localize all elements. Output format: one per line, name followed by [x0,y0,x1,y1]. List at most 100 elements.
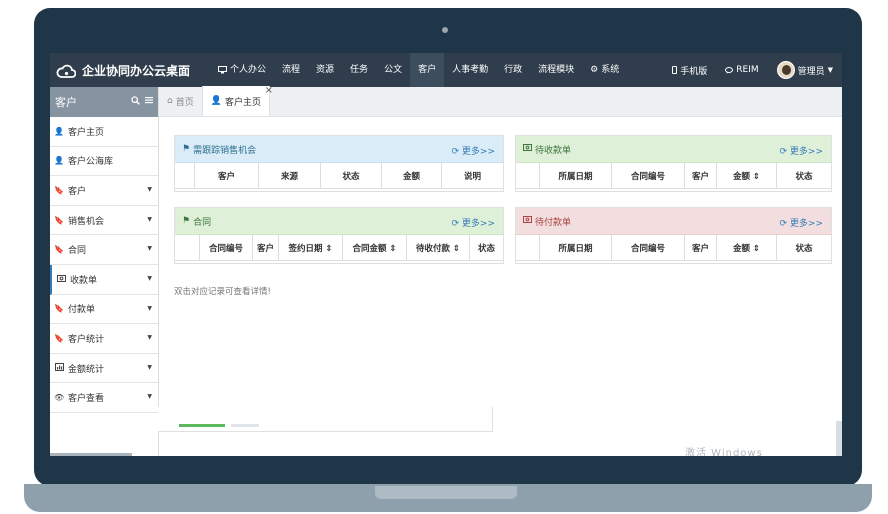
table-header: 合同编号 客户 签约日期 ⇕ 合同金额 ⇕ 待收付款 ⇕ 状态 [175,235,503,261]
sidebar-item-customer-pool[interactable]: 👤 客户公海库 [50,147,158,177]
panel-pending-receipts: 待收款单 ⟳ 更多>> 所属日期 合同编号 客户 金额 ⇕ 状态 [515,135,832,192]
panel-header: 待收款单 ⟳ 更多>> [516,136,831,163]
panel-header: ⚑ 合同 ⟳ 更多>> [175,208,503,235]
menu-documents[interactable]: 公文 [376,53,410,87]
column-header[interactable]: 状态 [777,163,831,188]
column-header[interactable]: 所属日期 [540,163,612,188]
bookmark-icon: 🔖 [54,215,64,225]
column-header[interactable]: 待收付款 ⇕ [407,235,470,260]
user-icon: 👤 [210,96,222,106]
tab-customer-home[interactable]: 👤 客户主页 × [201,85,273,116]
chart-icon [54,363,64,373]
column-header[interactable]: 合同编号 [612,235,685,260]
sidebar-item-amount-stats[interactable]: 金额统计 ▼ [50,354,158,384]
close-icon[interactable]: × [265,85,273,96]
chat-bubble-icon [725,66,734,74]
column-header[interactable]: 合同编号 [200,235,253,260]
column-header [516,163,540,188]
panel-header: ⚑ 需跟踪销售机会 ⟳ 更多>> [175,136,503,163]
menu-system[interactable]: ⚙ 系统 [582,53,627,87]
money-icon [523,144,532,154]
column-header[interactable]: 签约日期 ⇕ [279,235,343,260]
more-link[interactable]: ⟳ 更多>> [779,144,823,157]
panel-title: 待付款单 [535,217,572,228]
sidebar-item-customer-home[interactable]: 👤 客户主页 [50,117,158,147]
sidebar-scrollbar[interactable] [50,453,132,456]
panel-sales-opportunities: ⚑ 需跟踪销售机会 ⟳ 更多>> 客户 来源 状态 金额 说明 [174,135,504,192]
column-header[interactable]: 金额 [382,163,442,188]
cloud-icon [56,64,76,78]
app-logo[interactable]: 企业协同办公云桌面 [56,62,190,79]
menu-workflow[interactable]: 流程 [274,53,308,87]
column-header[interactable]: 客户 [685,163,717,188]
caret-down-icon: ▼ [827,66,833,74]
user-dropdown[interactable]: 管理员 ▼ [768,53,842,87]
column-header[interactable]: 客户 [253,235,279,260]
menu-administration[interactable]: 行政 [496,53,530,87]
menu-tasks[interactable]: 任务 [342,53,376,87]
app-title: 企业协同办公云桌面 [82,64,191,78]
menu-workflow-modules[interactable]: 流程模块 [530,53,582,87]
refresh-icon: ⟳ [451,219,460,229]
column-header[interactable]: 状态 [777,235,831,260]
home-icon: ⌂ [167,96,173,106]
content-scrollbar[interactable] [836,421,842,456]
column-header [516,235,540,260]
avatar [776,61,795,79]
money-icon [523,216,532,226]
hint-text: 双击对应记录可查看详情! [174,287,271,297]
list-menu-icon[interactable] [145,96,153,108]
column-header[interactable]: 客户 [685,235,717,260]
sidebar-item-sales-opportunities[interactable]: 🔖 销售机会 ▼ [50,206,158,236]
sidebar-item-customers[interactable]: 🔖 客户 ▼ [50,176,158,206]
caret-down-icon: ▼ [147,334,152,342]
column-header[interactable]: 合同金额 ⇕ [343,235,407,260]
sidebar-item-payments[interactable]: 🔖 付款单 ▼ [50,295,158,325]
column-header[interactable]: 所属日期 [540,235,612,260]
more-link[interactable]: ⟳ 更多>> [451,144,495,157]
column-header[interactable]: 客户 [195,163,259,188]
caret-down-icon: ▼ [147,245,152,253]
confirm-button[interactable] [179,424,225,427]
sidebar-item-receipts[interactable]: 收款单 ▼ [50,264,158,295]
menu-hr-attendance[interactable]: 人事考勤 [444,53,496,87]
column-header[interactable]: 状态 [321,163,382,188]
gear-icon: ⚙ [590,65,599,75]
refresh-icon: ⟳ [779,219,788,229]
menu-resources[interactable]: 资源 [308,53,342,87]
caret-down-icon: ▼ [147,363,152,371]
column-header[interactable]: 金额 ⇕ [717,163,777,188]
panel-contracts: ⚑ 合同 ⟳ 更多>> 合同编号 客户 签约日期 ⇕ 合同金额 ⇕ 待收付款 ⇕… [174,207,504,264]
column-header[interactable]: 金额 ⇕ [717,235,777,260]
screen: 企业协同办公云桌面 个人办公 流程 资源 任务 公文 客户 人事考勤 行政 流程… [50,53,842,456]
sidebar-item-customer-view[interactable]: 👁 客户查看 ▼ [50,383,158,413]
column-header[interactable]: 来源 [259,163,321,188]
caret-down-icon: ▼ [147,393,152,401]
user-icon: 👤 [54,156,64,166]
column-header[interactable]: 合同编号 [612,163,685,188]
caret-down-icon: ▼ [147,215,152,223]
sidebar-title: 客户 [55,96,77,109]
reim-link[interactable]: REIM [716,53,767,87]
bookmark-icon: 🔖 [54,185,64,195]
caret-down-icon: ▼ [147,186,152,194]
search-icon[interactable] [131,96,140,108]
table-header: 客户 来源 状态 金额 说明 [175,163,503,189]
more-link[interactable]: ⟳ 更多>> [779,216,823,229]
tab-home[interactable]: ⌂ 首页 [159,86,202,116]
mobile-version-link[interactable]: 手机版 [663,53,716,87]
column-header[interactable]: 状态 [470,235,503,260]
cancel-button[interactable] [231,424,259,427]
webcam [442,27,448,33]
panel-header: 待付款单 ⟳ 更多>> [516,208,831,235]
table-header: 所属日期 合同编号 客户 金额 ⇕ 状态 [516,163,831,189]
main-menu: 个人办公 流程 资源 任务 公文 客户 人事考勤 行政 流程模块 ⚙ 系统 [210,53,627,87]
sidebar-item-contracts[interactable]: 🔖 合同 ▼ [50,235,158,265]
more-link[interactable]: ⟳ 更多>> [451,216,495,229]
menu-personal-office[interactable]: 个人办公 [210,53,274,87]
menu-customers[interactable]: 客户 [410,53,445,87]
mobile-icon [672,66,678,74]
money-icon [56,274,66,284]
column-header[interactable]: 说明 [442,163,503,188]
sidebar-item-customer-stats[interactable]: 🔖 客户统计 ▼ [50,324,158,354]
